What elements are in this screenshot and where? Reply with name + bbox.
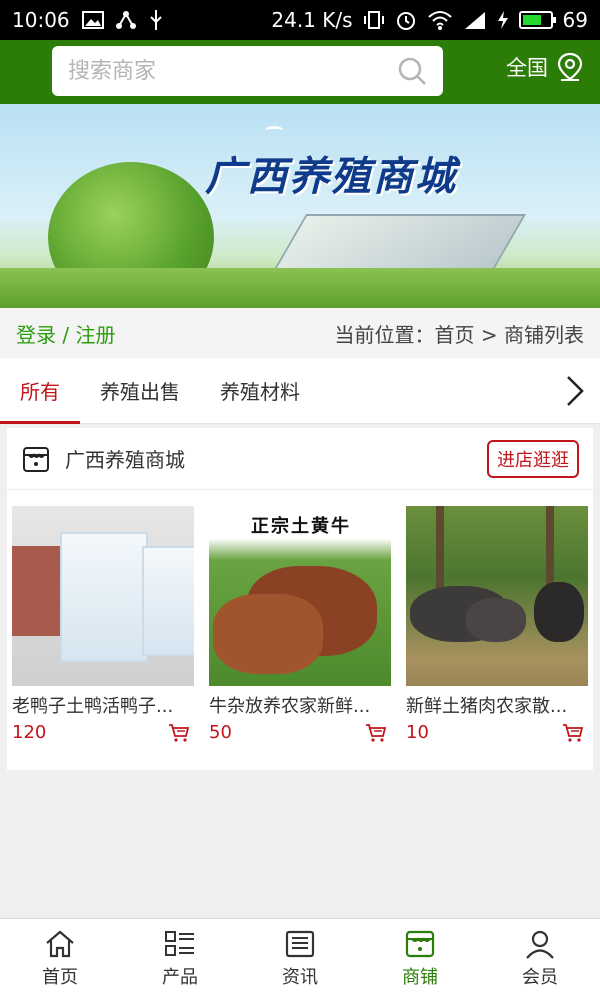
breadcrumb: 当前位置：首页 > 商铺列表: [334, 322, 584, 347]
nav-news[interactable]: 资讯: [240, 919, 360, 1000]
nav-home-label: 首页: [42, 967, 78, 988]
product-price: 50: [209, 722, 232, 743]
search-input[interactable]: [68, 58, 397, 84]
location-pin-icon: [557, 52, 583, 81]
nav-member[interactable]: 会员: [480, 919, 600, 1000]
shop-header[interactable]: 广西养殖商城 进店逛逛: [7, 428, 593, 490]
cart-icon[interactable]: [562, 723, 584, 743]
product-price: 120: [12, 722, 47, 743]
product-title[interactable]: 老鸭子土鸭活鸭子...: [12, 692, 194, 718]
nav-products[interactable]: 产品: [120, 919, 240, 1000]
user-icon: [526, 930, 554, 959]
product-image[interactable]: [12, 506, 194, 686]
shop-name: 广西养殖商城: [65, 448, 185, 472]
login-register-link[interactable]: 登录 / 注册: [16, 319, 115, 348]
cart-icon[interactable]: [365, 723, 387, 743]
nav-member-label: 会员: [522, 967, 558, 988]
chevron-right-icon[interactable]: [564, 374, 586, 408]
bird-decoration: [265, 126, 283, 134]
bottom-nav: 首页 产品 资讯 商铺 会员: [0, 918, 600, 1000]
vibrate-icon: [363, 11, 384, 29]
product-card[interactable]: 新鲜土猪肉农家散... 10: [406, 506, 588, 743]
image-icon: [81, 11, 104, 29]
signal-icon: [464, 12, 485, 29]
category-tabs: 所有 养殖出售 养殖材料: [0, 358, 600, 424]
product-title[interactable]: 牛杂放养农家新鲜...: [209, 692, 391, 718]
product-price: 10: [406, 722, 429, 743]
banner[interactable]: 广西养殖商城: [0, 104, 600, 308]
search-icon[interactable]: [397, 56, 427, 86]
nav-stores-label: 商铺: [402, 967, 438, 988]
visit-store-button[interactable]: 进店逛逛: [487, 439, 579, 478]
usb-icon: [149, 10, 162, 30]
nav-stores[interactable]: 商铺: [360, 919, 480, 1000]
app-header: 全国: [0, 40, 600, 104]
battery-level: 69: [562, 8, 588, 32]
store-icon: [23, 446, 49, 472]
region-selector[interactable]: 全国: [506, 52, 584, 82]
banner-title: 广西养殖商城: [205, 153, 457, 200]
shop-card: 广西养殖商城 进店逛逛 老鸭子土鸭活鸭子... 120 正宗土黄牛 牛杂放养农家…: [7, 428, 593, 770]
nav-home[interactable]: 首页: [0, 919, 120, 1000]
tab-all[interactable]: 所有: [0, 358, 80, 424]
region-label: 全国: [506, 56, 548, 80]
tab-for-sale[interactable]: 养殖出售: [80, 358, 200, 424]
nav-products-label: 产品: [162, 967, 198, 988]
network-speed: 24.1 K/s: [271, 8, 353, 32]
store-icon: [405, 930, 435, 958]
tab-materials[interactable]: 养殖材料: [200, 358, 320, 424]
product-card[interactable]: 正宗土黄牛 牛杂放养农家新鲜... 50: [209, 506, 391, 743]
product-list: 老鸭子土鸭活鸭子... 120 正宗土黄牛 牛杂放养农家新鲜... 50 新鲜土…: [12, 506, 588, 743]
status-time: 10:06: [12, 8, 70, 32]
nav-news-label: 资讯: [282, 967, 318, 988]
charging-icon: [497, 11, 508, 29]
status-bar: 10:06 24.1 K/s 69: [0, 0, 600, 40]
alarm-icon: [396, 12, 415, 30]
wifi-icon: [427, 11, 452, 30]
share-icon: [115, 11, 136, 29]
cart-icon[interactable]: [168, 723, 190, 743]
list-icon: [165, 931, 194, 956]
battery-icon: [518, 11, 556, 29]
news-icon: [285, 930, 315, 958]
product-title[interactable]: 新鲜土猪肉农家散...: [406, 692, 588, 718]
breadcrumb-bar: 登录 / 注册 当前位置：首页 > 商铺列表: [0, 308, 600, 358]
home-icon: [46, 930, 74, 958]
product-image[interactable]: [406, 506, 588, 686]
product-card[interactable]: 老鸭子土鸭活鸭子... 120: [12, 506, 194, 743]
search-box[interactable]: [52, 46, 443, 96]
image-caption: 正宗土黄牛: [251, 516, 351, 537]
product-image[interactable]: 正宗土黄牛: [209, 506, 391, 686]
